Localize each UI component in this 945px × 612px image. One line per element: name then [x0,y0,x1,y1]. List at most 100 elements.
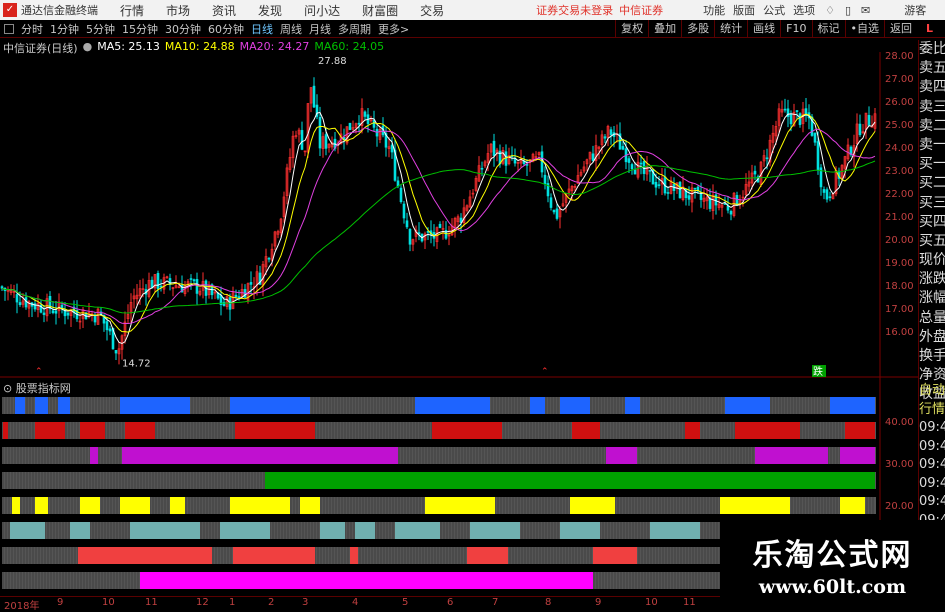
tick-row[interactable]: 09:47 [919,456,945,475]
tab-30min[interactable]: 30分钟 [165,21,201,37]
user-label[interactable]: 游客 [904,2,926,18]
candle-body [729,211,733,215]
menu-options[interactable]: 选项 [793,2,815,18]
tab-15min[interactable]: 15分钟 [122,21,158,37]
band-segment [395,522,440,539]
band-segment [120,397,190,414]
tab-5min[interactable]: 5分钟 [86,21,115,37]
candle-body [552,209,556,213]
band-segment [35,397,48,414]
band-segment [470,522,520,539]
menu-function[interactable]: 功能 [703,2,725,18]
candle-body [318,116,322,149]
menu-ask[interactable]: 问小达 [304,2,340,19]
menu-layout[interactable]: 版面 [733,2,755,18]
tab-intraday[interactable]: 分时 [21,21,43,37]
band-segment [845,422,875,439]
quote-field: 卖三 [919,98,945,115]
band-segment [12,497,20,514]
tick-row[interactable]: 自动 [919,382,945,401]
watermark-name: 乐淘公式网 [752,538,913,573]
back-button[interactable]: 返回 [884,20,917,38]
candle-body [714,194,718,206]
price-tick: 19.00 [885,258,914,269]
tab-weekly[interactable]: 周线 [280,21,302,37]
adjust-button[interactable]: 复权 [615,20,648,38]
draw-button[interactable]: 画线 [747,20,780,38]
menu-news[interactable]: 资讯 [212,2,236,19]
band-segment [10,522,45,539]
band-segment [572,422,600,439]
candle-body [603,136,607,139]
tab-more[interactable]: 更多> [378,21,409,37]
chart-area[interactable]: 27.88 14.72 跌 ⌃ ⌃ [0,52,918,597]
candle-body [399,187,403,203]
f10-button[interactable]: F10 [780,20,811,38]
price-tick: 24.00 [885,143,914,154]
candle-body [627,158,631,163]
quote-field: 买三 [919,194,945,211]
band-segment [350,547,358,564]
message-icon[interactable]: ✉ [861,4,870,17]
stats-button[interactable]: 统计 [714,20,747,38]
multi-stock-button[interactable]: 多股 [681,20,714,38]
tab-multi-period[interactable]: 多周期 [338,21,371,37]
watchlist-button[interactable]: •自选 [844,20,885,38]
candle-body [192,279,196,282]
candle-body [867,115,871,126]
candle-body [105,321,109,331]
tick-row[interactable]: 09:47 [919,438,945,457]
candle-body [114,350,118,354]
overlay-button[interactable]: 叠加 [648,20,681,38]
candle-body [408,228,412,245]
band-segment [625,397,640,414]
band-segment [80,497,100,514]
indicator-header[interactable]: ⊙ 股票指标网 [3,380,71,396]
band-segment [130,522,200,539]
tick-row[interactable]: 09:47 [919,475,945,494]
mark-button[interactable]: 标记 [811,20,845,38]
candle-body [657,184,661,186]
tab-monthly[interactable]: 月线 [309,21,331,37]
tab-60min[interactable]: 60分钟 [208,21,244,37]
tab-1min[interactable]: 1分钟 [50,21,79,37]
candle-body [825,189,829,200]
candle-body [54,310,58,314]
phone-icon[interactable]: ▯ [845,4,851,17]
band-segment [840,447,875,464]
cloud-icon[interactable]: ♢ [825,4,835,17]
candle-body [687,195,691,200]
band-segment [735,422,800,439]
menu-trade[interactable]: 交易 [420,2,444,19]
candle-body [324,134,328,149]
candle-body [51,310,55,314]
tick-row[interactable]: 行情 [919,401,945,420]
band-segment [90,447,98,464]
band-segment [170,497,185,514]
candle-body [822,189,826,193]
time-tick: 9 [595,597,602,608]
band-segment [220,522,270,539]
band-segment [606,447,637,464]
tick-row[interactable]: 09:47 [919,493,945,512]
quote-panel: 委比 卖五 卖四 卖三 卖二 卖一 买一 买二 买三 买四 买五 现价 涨跌 涨幅 总量 外盘 换手 净资 收益 [918,40,945,405]
time-tick: 11 [683,597,696,608]
menu-discover[interactable]: 发现 [258,2,282,19]
candle-body [828,196,832,199]
band-segment [3,422,8,439]
band-segment [593,547,637,564]
menu-formula[interactable]: 公式 [763,2,785,18]
menu-wealth[interactable]: 财富圈 [362,2,398,19]
candle-body [858,123,862,136]
candle-body [591,153,595,162]
menu-market[interactable]: 行情 [120,2,144,19]
login-notice[interactable]: 证券交易未登录 [536,2,613,18]
panel-toggle-icon[interactable] [4,23,14,34]
band-segment [560,397,590,414]
menu-markets[interactable]: 市场 [166,2,190,19]
indicator-toggle-icon[interactable]: ⊙ [3,382,12,395]
tick-row[interactable]: 09:47 [919,419,945,438]
candle-body [300,130,304,150]
tab-daily[interactable]: 日线 [251,21,273,37]
l-icon[interactable]: L [926,22,933,35]
